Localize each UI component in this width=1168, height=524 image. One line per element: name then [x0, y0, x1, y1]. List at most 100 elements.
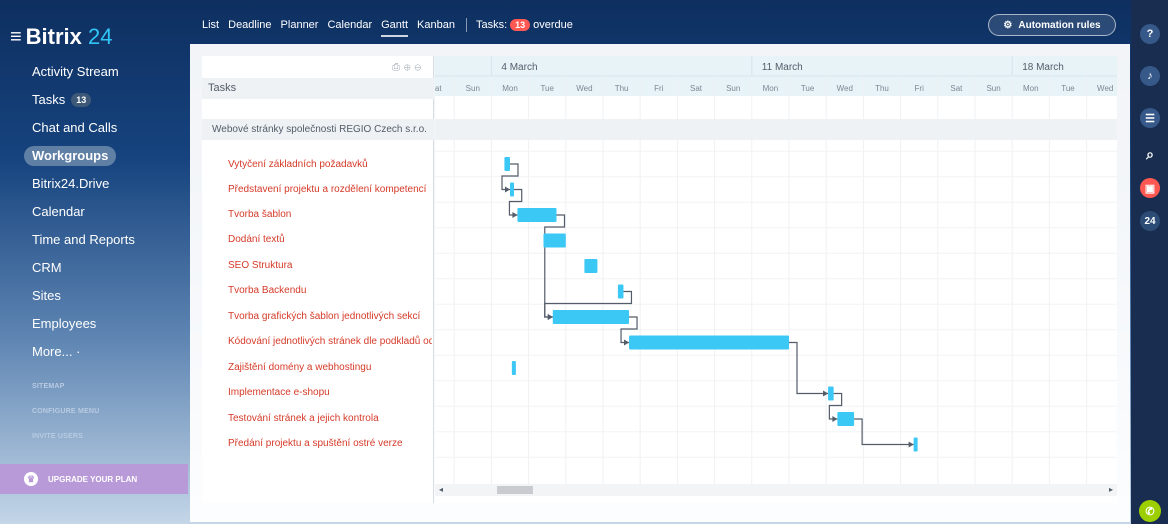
scrollbar-thumb[interactable] [497, 486, 533, 494]
tab-calendar[interactable]: Calendar [327, 19, 372, 31]
bell-icon[interactable]: ♪ [1140, 66, 1160, 86]
chat-icon[interactable]: ☰ [1140, 108, 1160, 128]
bitrix24-icon[interactable]: 24 [1140, 211, 1160, 231]
sidebar-item-chat-and-calls[interactable]: Chat and Calls [24, 114, 184, 142]
task-row[interactable]: Tvorba grafických šablon jednotlivých se… [228, 304, 432, 329]
task-list-toolbar: ⎙⊕⊖ [392, 62, 425, 73]
print-icon[interactable]: ⎙ [392, 62, 404, 73]
sidebar-item-label: CRM [32, 260, 62, 275]
lock-icon[interactable]: ▣ [1140, 178, 1160, 198]
gantt-bar [504, 157, 510, 171]
day-label: Wed [1097, 84, 1113, 93]
tab-gantt[interactable]: Gantt [381, 19, 408, 37]
sidebar-item-employees[interactable]: Employees [24, 310, 184, 338]
tabs-divider [465, 18, 467, 32]
main-menu: Activity Stream Tasks 13 Chat and Calls W… [24, 58, 184, 366]
gantt-scrollbar[interactable]: ◂ ▸ [435, 484, 1117, 496]
sidebar-item-label: Time and Reports [32, 232, 135, 247]
day-label: Tue [1061, 84, 1075, 93]
week-label: 4 March [501, 62, 537, 73]
day-label: Tue [801, 84, 815, 93]
gantt-bar [617, 284, 624, 299]
day-label: Sat [435, 84, 442, 93]
right-rail: ? ♪ ☰ ⌕ ▣ 24 ✆ [1131, 0, 1168, 524]
task-row[interactable]: Implementace e-shopu [228, 380, 432, 405]
tasks-count-badge: 13 [71, 93, 92, 107]
dependency-arrow [832, 416, 838, 422]
scroll-right-arrow-icon[interactable]: ▸ [1109, 484, 1113, 496]
dependency-arrow [823, 390, 829, 397]
sidebar-small-links: SITEMAP CONFIGURE MENU INVITE USERS [32, 380, 99, 455]
sitemap-link[interactable]: SITEMAP [32, 380, 99, 405]
upgrade-plan-button[interactable]: ♛ UPGRADE YOUR PLAN [0, 464, 188, 494]
day-label: Thu [875, 84, 889, 93]
automation-rules-button[interactable]: ⚙ Automation rules [988, 14, 1116, 36]
tasks-header: Tasks [202, 78, 434, 99]
sidebar-item-crm[interactable]: CRM [24, 254, 184, 282]
day-label: Fri [654, 84, 664, 93]
day-label: Mon [1023, 84, 1039, 93]
task-row[interactable]: Zajištění domény a webhostingu [228, 355, 432, 380]
task-list-column: ⎙⊕⊖ Tasks Webové stránky společnosti REG… [202, 56, 434, 503]
gantt-chart-canvas: Sat Sun Mon Tue Wed Thu Fri Sat Sun Mon Tue Wed Thu F… [435, 56, 1117, 496]
tab-planner[interactable]: Planner [281, 19, 319, 31]
crown-icon: ♛ [24, 472, 38, 486]
gantt-bar [828, 386, 834, 401]
task-row[interactable]: Představení projektu a rozdělení kompete… [228, 177, 432, 202]
help-icon[interactable]: ? [1140, 24, 1160, 44]
dependency-arrow [512, 212, 518, 218]
phone-icon[interactable]: ✆ [1139, 500, 1161, 522]
scroll-left-arrow-icon[interactable]: ◂ [439, 484, 443, 496]
task-row[interactable]: Tvorba šablon [228, 202, 432, 227]
configure-menu-link[interactable]: CONFIGURE MENU [32, 405, 99, 430]
task-row[interactable]: Testování stránek a jejich kontrola [228, 406, 432, 431]
sidebar-item-drive[interactable]: Bitrix24.Drive [24, 170, 184, 198]
week-label: 18 March [1022, 62, 1064, 73]
sidebar-item-sites[interactable]: Sites [24, 282, 184, 310]
upgrade-plan-label: UPGRADE YOUR PLAN [48, 474, 138, 484]
gantt-bar [629, 335, 789, 350]
project-group-row[interactable]: Webové stránky společnosti REGIO Czech s… [202, 119, 434, 140]
task-row[interactable]: Tvorba Backendu [228, 278, 432, 303]
zoom-in-icon[interactable]: ⊕ [404, 62, 415, 73]
sidebar-item-tasks[interactable]: Tasks 13 [24, 86, 184, 114]
sidebar-item-calendar[interactable]: Calendar [24, 198, 184, 226]
gantt-bar [913, 437, 918, 452]
task-row[interactable]: Dodání textů [228, 227, 432, 252]
task-row[interactable]: Kódování jednotlivých stránek dle podkla… [228, 329, 432, 354]
task-row[interactable]: SEO Struktura [228, 253, 432, 278]
gantt-panel: ⎙⊕⊖ Tasks Webové stránky společnosti REG… [190, 44, 1130, 522]
tab-list[interactable]: List [202, 19, 219, 31]
dependency-arrow [505, 186, 510, 193]
sidebar-item-label: Activity Stream [32, 64, 119, 79]
day-label: Sun [466, 84, 480, 93]
gantt-bar [543, 233, 566, 248]
sidebar-item-label: Sites [32, 288, 61, 303]
overdue-count-badge[interactable]: 13 [510, 19, 531, 31]
task-row[interactable]: Předání projektu a spuštění ostré verze [228, 431, 432, 456]
sidebar-item-label: Chat and Calls [32, 120, 118, 135]
dependency-arrow [547, 314, 553, 320]
zoom-out-icon[interactable]: ⊖ [414, 62, 425, 73]
sidebar-item-label: Employees [32, 316, 97, 331]
automation-rules-label: Automation rules [1018, 19, 1101, 31]
sidebar-item-label: Tasks [32, 92, 66, 107]
day-label: Sat [950, 84, 963, 93]
day-label: Mon [763, 84, 779, 93]
hamburger-menu-icon[interactable]: ≡ [10, 27, 22, 47]
invite-users-link[interactable]: INVITE USERS [32, 430, 99, 455]
sidebar-item-time-and-reports[interactable]: Time and Reports [24, 226, 184, 254]
sidebar-item-activity-stream[interactable]: Activity Stream [24, 58, 184, 86]
sidebar-item-more[interactable]: More... · [24, 338, 184, 366]
left-sidebar: ≡ Bitrix 24 Activity Stream Tasks 13 Chat… [0, 0, 190, 524]
tab-deadline[interactable]: Deadline [228, 19, 271, 31]
tab-kanban[interactable]: Kanban [417, 19, 455, 31]
task-row[interactable]: Vytyčení základních požadavků [228, 152, 432, 177]
sidebar-item-label: Workgroups [24, 146, 117, 166]
logo[interactable]: ≡ Bitrix 24 [10, 24, 113, 50]
overdue-label[interactable]: overdue [533, 19, 573, 31]
day-label: Sun [726, 84, 740, 93]
search-icon[interactable]: ⌕ [1140, 144, 1160, 164]
sidebar-item-workgroups[interactable]: Workgroups [24, 142, 184, 170]
gantt-bar [584, 259, 598, 273]
